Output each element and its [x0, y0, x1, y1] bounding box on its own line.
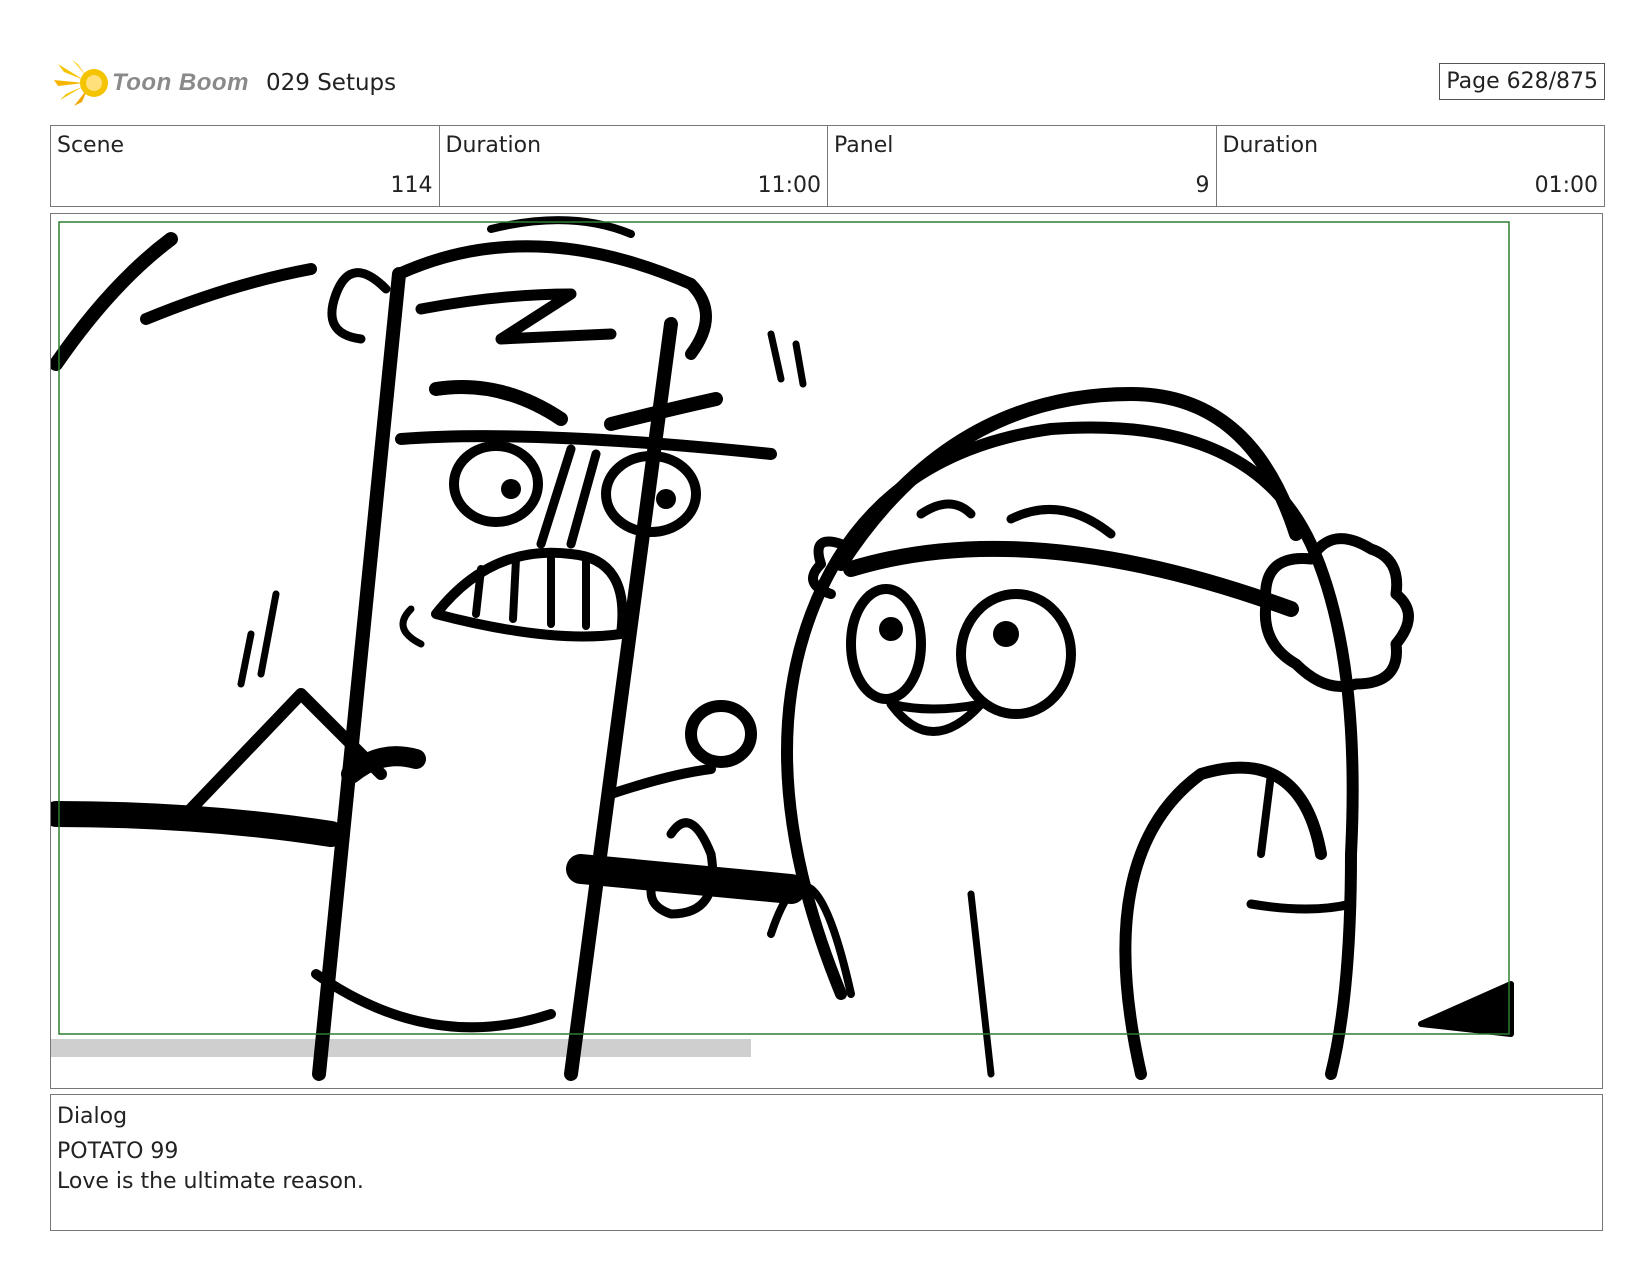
scene-label: Scene: [57, 133, 125, 158]
scene-cell: Scene 114: [51, 126, 440, 206]
scene-value: 114: [390, 173, 433, 198]
project-title: 029 Setups: [266, 70, 397, 96]
panel-duration-cell: Duration 01:00: [1217, 126, 1605, 206]
panel-duration-label: Duration: [1222, 133, 1319, 158]
panel-cell: Panel 9: [828, 126, 1217, 206]
dialog-line: Love is the ultimate reason.: [57, 1169, 364, 1194]
panel-duration-value: 01:00: [1534, 173, 1598, 198]
panel-info-row: Scene 114 Duration 11:00 Panel 9 Duratio…: [50, 125, 1605, 207]
logo-wordmark: Toon Boom: [112, 69, 249, 96]
dialog-box: Dialog POTATO 99 Love is the ultimate re…: [50, 1094, 1603, 1231]
panel-value: 9: [1195, 173, 1210, 198]
dialog-speaker: POTATO 99: [57, 1139, 179, 1164]
sketch-drawing: [51, 216, 1514, 1081]
page-indicator: Page 628/875: [1439, 63, 1605, 100]
dialog-label: Dialog: [57, 1104, 128, 1129]
scene-duration-cell: Duration 11:00: [440, 126, 828, 206]
panel-label: Panel: [834, 133, 894, 158]
scene-duration-label: Duration: [445, 133, 542, 158]
scene-duration-value: 11:00: [757, 173, 821, 198]
storyboard-header: Toon Boom 029 Setups Page 628/875: [50, 56, 1605, 108]
toon-boom-logo: Toon Boom: [54, 58, 254, 106]
sunburst-icon: [54, 60, 108, 106]
storyboard-panel-image: [50, 213, 1603, 1089]
